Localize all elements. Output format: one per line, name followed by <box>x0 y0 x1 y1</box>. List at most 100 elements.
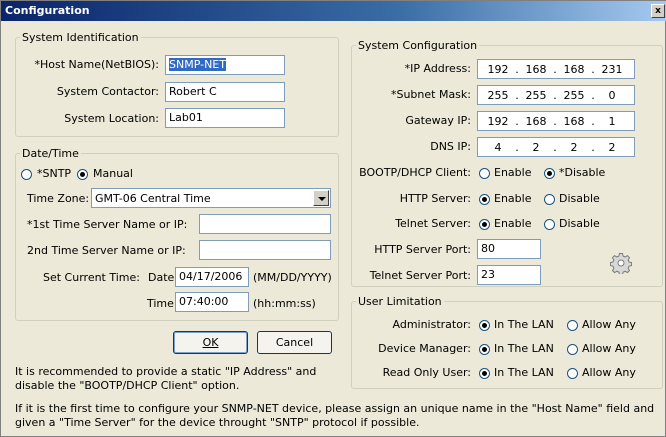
gateway-dot: . <box>553 115 557 128</box>
subnet-octet-2: 255 <box>525 89 547 102</box>
telnet-port-label: Telnet Server Port: <box>369 269 471 282</box>
gateway-dot: . <box>515 115 519 128</box>
telnet-enable-label: Enable <box>494 217 532 230</box>
dns-dot: . <box>515 141 519 154</box>
date-label: Date <box>148 271 175 284</box>
first-time-server-input[interactable] <box>199 214 331 234</box>
administrator-in-lan-radio[interactable] <box>479 320 490 331</box>
second-time-server-label: 2nd Time Server Name or IP: <box>27 244 186 257</box>
http-disable-label: Disable <box>559 192 600 205</box>
dns-dot: . <box>591 141 595 154</box>
read-only-user-label: Read Only User: <box>382 366 471 379</box>
gateway-dot: . <box>591 115 595 128</box>
telnet-enable-radio[interactable] <box>479 219 490 230</box>
bootp-disable-label: *Disable <box>559 166 606 179</box>
http-disable-radio[interactable] <box>544 194 555 205</box>
date-format-hint: (MM/DD/YYYY) <box>253 271 332 284</box>
dns-ip-input[interactable]: 4. 2. 2. 2 <box>477 137 635 157</box>
sntp-radio[interactable] <box>21 169 32 180</box>
cancel-button[interactable]: Cancel <box>257 331 332 354</box>
subnet-mask-input[interactable]: 255. 255. 255. 0 <box>477 85 635 105</box>
cancel-button-label: Cancel <box>275 336 314 349</box>
system-contactor-input[interactable]: Robert C <box>165 82 285 102</box>
gear-icon[interactable] <box>610 252 632 274</box>
read-only-in-lan-radio[interactable] <box>479 368 490 379</box>
read-only-allow-any-label: Allow Any <box>582 366 636 379</box>
host-name-input[interactable]: SNMP-NET <box>165 55 285 75</box>
ip-octet-1: 192 <box>487 63 509 76</box>
date-time-legend: Date/Time <box>22 147 79 160</box>
telnet-server-label: Telnet Server: <box>395 217 471 230</box>
telnet-disable-radio[interactable] <box>544 219 555 230</box>
ip-address-input[interactable]: 192. 168. 168. 231 <box>477 59 635 79</box>
system-location-label: System Location: <box>64 112 159 125</box>
subnet-octet-3: 255 <box>563 89 585 102</box>
manual-radio[interactable] <box>77 169 88 180</box>
administrator-label: Administrator: <box>392 318 472 331</box>
dns-octet-3: 2 <box>570 141 578 154</box>
bootp-enable-radio[interactable] <box>479 168 490 179</box>
subnet-dot: . <box>515 89 519 102</box>
title-bar[interactable]: Configuration x <box>1 1 666 21</box>
system-location-input[interactable]: Lab01 <box>165 108 285 128</box>
second-time-server-input[interactable] <box>199 240 331 260</box>
date-input[interactable]: 04/17/2006 <box>175 267 249 287</box>
ip-octet-2: 168 <box>525 63 547 76</box>
read-only-in-lan-label: In The LAN <box>494 366 554 379</box>
gateway-octet-4: 1 <box>608 115 616 128</box>
bootp-disable-radio[interactable] <box>544 168 555 179</box>
ip-dot: . <box>591 63 595 76</box>
time-format-hint: (hh:mm:ss) <box>253 297 316 310</box>
manual-label: Manual <box>93 167 133 180</box>
http-server-label: HTTP Server: <box>399 192 471 205</box>
ip-dot: . <box>515 63 519 76</box>
http-port-label: HTTP Server Port: <box>374 243 471 256</box>
http-port-input[interactable]: 80 <box>477 239 541 259</box>
read-only-allow-any-radio[interactable] <box>567 368 578 379</box>
system-identification-legend: System Identification <box>22 31 139 44</box>
gateway-ip-label: Gateway IP: <box>405 114 471 127</box>
telnet-port-input[interactable]: 23 <box>477 265 541 285</box>
ip-address-label: *IP Address: <box>404 62 471 75</box>
close-button[interactable]: x <box>651 4 665 18</box>
administrator-allow-any-radio[interactable] <box>567 320 578 331</box>
static-ip-note: It is recommended to provide a static "I… <box>15 365 317 392</box>
time-zone-label: Time Zone: <box>27 192 90 205</box>
set-current-time-label: Set Current Time: <box>43 271 140 284</box>
first-time-note: If it is the first time to configure you… <box>15 402 655 429</box>
device-manager-allow-any-label: Allow Any <box>582 342 636 355</box>
ok-button[interactable]: OK <box>173 331 248 354</box>
gateway-octet-1: 192 <box>487 115 509 128</box>
device-manager-label: Device Manager: <box>378 342 471 355</box>
http-enable-radio[interactable] <box>479 194 490 205</box>
dns-ip-label: DNS IP: <box>430 140 471 153</box>
system-configuration-legend: System Configuration <box>358 39 478 52</box>
administrator-allow-any-label: Allow Any <box>582 318 636 331</box>
host-name-value: SNMP-NET <box>169 58 226 71</box>
device-manager-allow-any-radio[interactable] <box>567 344 578 355</box>
subnet-octet-4: 0 <box>608 89 616 102</box>
user-limitation-legend: User Limitation <box>358 295 442 308</box>
ip-octet-4: 231 <box>601 63 623 76</box>
chevron-down-icon[interactable] <box>313 190 329 206</box>
gateway-ip-input[interactable]: 192. 168. 168. 1 <box>477 111 635 131</box>
ip-dot: . <box>553 63 557 76</box>
window-title: Configuration <box>5 4 90 17</box>
time-zone-select[interactable]: GMT-06 Central Time <box>91 188 331 208</box>
gateway-octet-3: 168 <box>563 115 585 128</box>
dns-octet-2: 2 <box>532 141 540 154</box>
http-enable-label: Enable <box>494 192 532 205</box>
time-label: Time <box>147 297 174 310</box>
dns-dot: . <box>553 141 557 154</box>
device-manager-in-lan-radio[interactable] <box>479 344 490 355</box>
telnet-disable-label: Disable <box>559 217 600 230</box>
time-input[interactable]: 07:40:00 <box>175 292 249 312</box>
subnet-dot: . <box>591 89 595 102</box>
dns-octet-1: 4 <box>494 141 502 154</box>
subnet-mask-label: *Subnet Mask: <box>390 88 471 101</box>
configuration-dialog: Configuration x System Identification *H… <box>0 0 666 437</box>
bootp-dhcp-label: BOOTP/DHCP Client: <box>359 166 471 179</box>
first-time-server-label: *1st Time Server Name or IP: <box>27 218 188 231</box>
subnet-octet-1: 255 <box>487 89 509 102</box>
host-name-label: *Host Name(NetBIOS): <box>34 58 159 71</box>
